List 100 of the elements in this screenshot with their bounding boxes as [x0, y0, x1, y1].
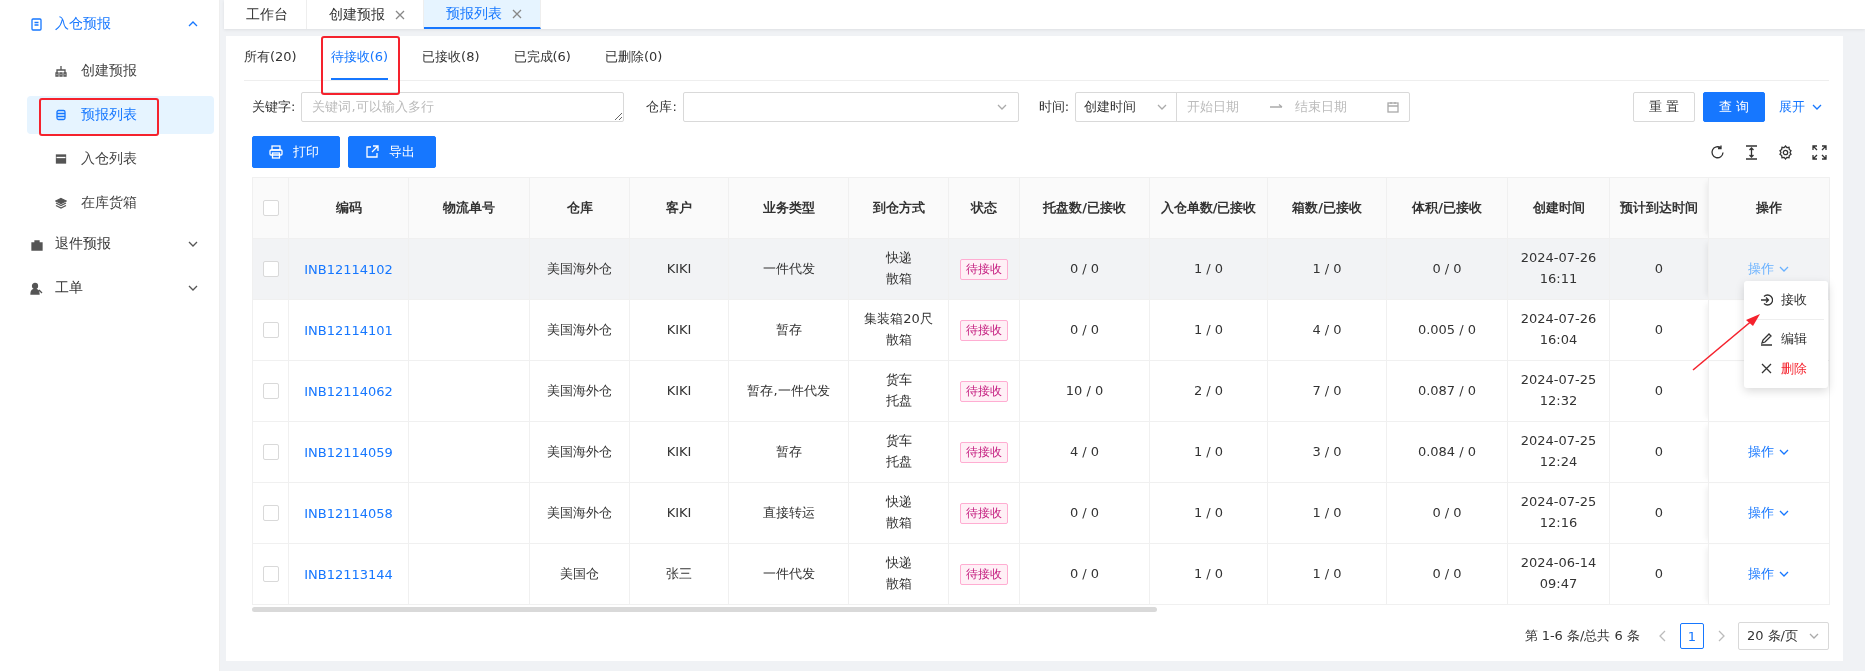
close-icon[interactable] [395, 9, 405, 20]
table-cell-text: 货车 [885, 371, 912, 390]
select-all-checkbox[interactable] [262, 200, 279, 217]
column-header: 托盘数/已接收 [1019, 177, 1150, 239]
column-header: 物流单号 [408, 177, 530, 239]
table-cell-text: 美国海外仓 [547, 320, 612, 339]
code-link[interactable]: INB12114102 [304, 261, 393, 277]
table-cell-text: KIKI [666, 442, 692, 461]
status-tab[interactable]: 已完成(6) [513, 36, 571, 80]
table-cell-text: 4 / 0 [1312, 320, 1342, 339]
code-link[interactable]: INB12114059 [304, 444, 393, 460]
table-cell-text: 0 [1654, 564, 1664, 583]
table-cell-text: 0 [1654, 503, 1664, 522]
column-header: 入仓单数/已接收 [1149, 177, 1268, 239]
expand-link[interactable]: 展开 [1779, 98, 1823, 116]
page-button[interactable]: 1 [1679, 623, 1704, 649]
page-tab[interactable]: 预报列表 [424, 0, 541, 29]
table-cell-text: 2024-07-26 16:04 [1520, 310, 1597, 349]
search-button[interactable]: 查 询 [1702, 92, 1765, 122]
status-tab[interactable]: 已接收(8) [422, 36, 480, 80]
action-dropdown[interactable]: 操作 [1748, 504, 1790, 522]
table-cell-text: 散箱 [885, 514, 912, 532]
action-dropdown[interactable]: 操作 [1748, 443, 1790, 461]
status-tab[interactable]: 已删除(0) [604, 36, 663, 80]
table-cell-text: 暂存 [775, 442, 802, 461]
menu-group[interactable]: 入仓预报 [0, 2, 219, 46]
table-cell-text: 2024-07-25 12:32 [1520, 371, 1597, 410]
row-checkbox[interactable] [262, 505, 279, 522]
column-header: 到仓方式 [848, 177, 949, 239]
table-cell-text: 美国海外仓 [547, 503, 612, 522]
code-link[interactable]: INB12114058 [304, 505, 393, 521]
table-cell-text: 一件代发 [762, 564, 815, 583]
reset-button[interactable]: 重 置 [1632, 92, 1695, 122]
table-cell-text: 0 / 0 [1069, 564, 1100, 583]
page-tab[interactable]: 工作台 [224, 0, 307, 29]
scrollbar[interactable] [252, 607, 1157, 612]
column-header: 状态 [948, 177, 1020, 239]
table-cell-text: 0.087 / 0 [1417, 381, 1477, 400]
table-cell-text: 0 / 0 [1432, 564, 1462, 583]
row-checkbox[interactable] [262, 383, 279, 400]
table-cell-text: 货车 [885, 432, 912, 451]
status-tab[interactable]: 所有(20) [244, 36, 297, 80]
fullscreen-icon[interactable] [1812, 144, 1827, 160]
keyword-field[interactable]: 关键词,可以输入多行 [301, 92, 625, 122]
submenu-item[interactable]: 创建预报 [27, 52, 214, 90]
table-cell-text: 散箱 [885, 575, 912, 593]
table-cell-text: 1 / 0 [1193, 320, 1224, 339]
table-cell-text: 10 / 0 [1065, 381, 1104, 400]
code-link[interactable]: INB12114062 [304, 383, 393, 399]
settings-icon[interactable] [1778, 144, 1793, 160]
table-cell-text: 7 / 0 [1312, 381, 1342, 400]
status-tag: 待接收 [960, 380, 1008, 402]
close-icon[interactable] [512, 8, 522, 19]
column-header: 仓库 [529, 177, 630, 239]
table-cell-text: 2 / 0 [1193, 381, 1224, 400]
row-checkbox[interactable] [262, 322, 279, 339]
table-cell-text: 散箱 [885, 331, 912, 349]
field-label: 时间: [1038, 98, 1070, 116]
table-cell-text: 快递 [885, 554, 912, 573]
export-button[interactable]: 导出 [348, 136, 436, 168]
status-tab[interactable]: 待接收(6) [330, 36, 389, 80]
table-cell-text: 暂存 [775, 320, 802, 339]
close-icon [1760, 362, 1773, 376]
menu-group[interactable]: 退件预报 [0, 222, 219, 266]
code-link[interactable]: INB12113144 [304, 566, 393, 582]
table-cell-text: 一件代发 [762, 259, 815, 278]
action-dropdown[interactable]: 操作 [1748, 565, 1790, 583]
row-checkbox[interactable] [262, 566, 279, 583]
menu-item[interactable]: 删除 [1744, 354, 1828, 384]
warehouse-select[interactable] [682, 92, 1019, 122]
menu-item[interactable]: 接收 [1744, 285, 1828, 315]
submenu-item[interactable]: 在库货箱 [27, 184, 214, 222]
print-button[interactable]: 打印 [252, 136, 340, 168]
table-cell-text: 0 / 0 [1069, 503, 1100, 522]
column-header: 编码 [288, 177, 409, 239]
menu-group[interactable]: 工单 [0, 266, 219, 310]
table-cell-text: 0 / 0 [1069, 259, 1100, 278]
table-cell-text: 快递 [885, 249, 912, 268]
status-tag: 待接收 [960, 319, 1008, 341]
status-tag: 待接收 [960, 441, 1008, 463]
row-checkbox[interactable] [262, 261, 279, 278]
table-cell-text: 1 / 0 [1312, 564, 1342, 583]
page-size-select[interactable]: 20 条/页 [1737, 622, 1829, 650]
table-cell-text: 0 [1654, 381, 1664, 400]
column-header: 预计到达时间 [1609, 177, 1709, 239]
column-header: 箱数/已接收 [1267, 177, 1387, 239]
table-cell-text: 散箱 [885, 270, 912, 288]
submenu-item[interactable]: 预报列表 [27, 96, 214, 134]
column-header: 创建时间 [1507, 177, 1610, 239]
submenu-item[interactable]: 入仓列表 [27, 140, 214, 178]
refresh-icon[interactable] [1710, 144, 1725, 160]
table-cell-text: 美国海外仓 [547, 259, 612, 278]
code-link[interactable]: INB12114101 [304, 322, 393, 338]
previous-page-icon[interactable] [1657, 630, 1668, 642]
export-icon [365, 145, 379, 159]
column-height-icon[interactable] [1744, 144, 1759, 160]
table-cell-text: 0 [1654, 320, 1664, 339]
field-label: 关键字: [252, 98, 296, 116]
row-checkbox[interactable] [262, 444, 279, 461]
table-cell-text: 2024-06-14 09:47 [1520, 554, 1597, 593]
